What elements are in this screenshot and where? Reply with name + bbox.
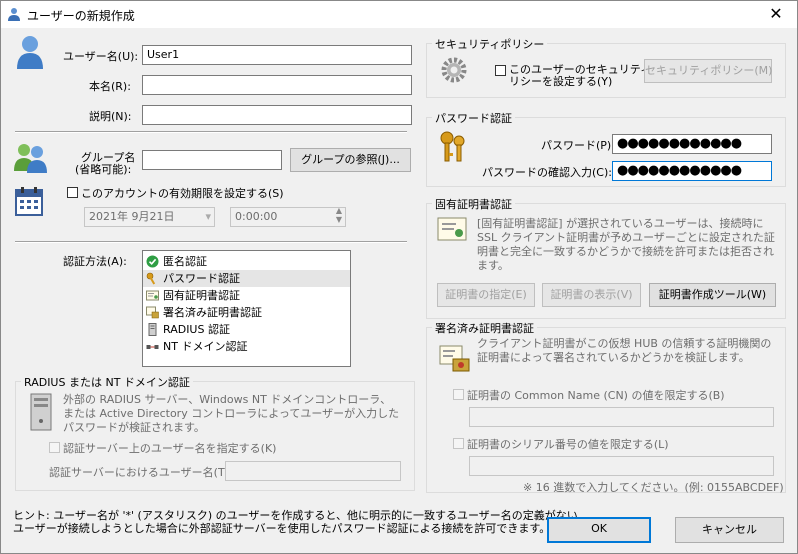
radius-username-checkbox-label: 認証サーバー上のユーザー名を指定する(K) [63,442,277,455]
calendar-dropdown-icon: ▾ [205,210,211,223]
auth-method-item[interactable]: NT ドメイン認証 [143,338,350,355]
signed-cert-description: クライアント証明書がこの仮想 HUB の信頼する証明機関の証明書によって署名され… [477,337,772,364]
serial-checkbox-label: 証明書のシリアル番号の値を限定する(L) [467,438,669,451]
server-username-label: 認証サーバーにおけるユーザー名(T): [49,466,233,479]
expiration-checkbox-label: このアカウントの有効期限を設定する(S) [81,187,284,200]
calendar-icon [15,187,43,216]
key-icon [440,131,465,162]
separator [15,131,407,133]
check-circle-icon [146,255,159,268]
group-browse-button[interactable]: グループの参照(J)... [290,148,411,172]
cert-specify-button[interactable]: 証明書の指定(E) [437,283,535,307]
server-username-input[interactable] [225,461,401,481]
new-user-dialog: ユーザーの新規作成 ✕ ユーザー名(U): User1 本名(R): 説明(N)… [0,0,798,554]
cn-checkbox[interactable] [453,389,464,400]
description-label: 説明(N): [89,110,132,123]
group-name-input[interactable] [142,150,282,170]
auth-method-item[interactable]: 匿名認証 [143,253,350,270]
auth-method-item[interactable]: RADIUS 認証 [143,321,350,338]
certificate-icon [146,289,159,302]
auth-method-item-label: 署名済み証明書認証 [163,306,262,319]
auth-method-item-label: RADIUS 認証 [163,323,230,336]
auth-method-label: 認証方法(A): [63,255,127,268]
signed-certificate-icon [439,345,470,372]
server-icon [30,393,52,431]
expiration-date-picker[interactable]: 2021年 9月21日 ▾ [84,207,215,227]
cert-auth-title: 固有証明書認証 [432,196,515,212]
auth-method-item[interactable]: 署名済み証明書認証 [143,304,350,321]
password-confirm-label: パスワードの確認入力(C): [482,166,612,179]
cn-input[interactable] [469,407,774,427]
security-policy-button[interactable]: セキュリティポリシー(M) [644,59,772,83]
key-icon [146,272,159,285]
serial-hint: ※ 16 進数で入力してください。(例: 0155ABCDEF) [523,481,784,494]
expiration-time-picker[interactable]: 0:00:00 ▲ ▼ [230,207,346,227]
expiration-date-value: 2021年 9月21日 [89,210,175,223]
cancel-button[interactable]: キャンセル [675,517,784,543]
auth-method-item[interactable]: パスワード認証 [143,270,350,287]
auth-method-list[interactable]: 匿名認証パスワード認証 固有証明書認証署名済み証明書認証 RADIUS 認証 NT ド… [142,250,351,367]
user-avatar-icon [17,36,43,69]
username-label: ユーザー名(U): [63,50,139,63]
network-icon [146,340,159,353]
security-policy-checkbox-line2: リシーを設定する(Y) [509,75,613,88]
password-label: パスワード(P): [541,139,615,152]
time-spin-icon: ▲ ▼ [335,207,342,224]
ok-button[interactable]: OK [547,517,651,543]
password-input[interactable]: ●●●●●●●●●●●● [612,134,772,154]
user-icon [8,8,20,21]
cert-tool-button[interactable]: 証明書作成ツール(W) [649,283,776,307]
close-button[interactable]: ✕ [761,4,791,24]
description-input[interactable] [142,105,412,125]
realname-label: 本名(R): [89,80,131,93]
auth-method-item-label: 匿名認証 [163,255,207,268]
signed-cert-title: 署名済み証明書認証 [432,320,537,336]
title-bar: ユーザーの新規作成 ✕ [1,1,797,28]
certificate-icon [437,217,467,241]
security-policy-title: セキュリティポリシー [432,36,548,52]
radius-group-title: RADIUS または NT ドメイン認証 [21,374,193,390]
cert-auth-description: [固有証明書認証] が選択されているユーザーは、接続時に SSL クライアント証… [477,217,775,272]
serial-checkbox[interactable] [453,438,464,449]
serial-input[interactable] [469,456,774,476]
group-icon [14,144,47,173]
realname-input[interactable] [142,75,412,95]
signed-certificate-icon [146,306,159,319]
group-label-line2: (省略可能): [75,163,132,176]
radius-username-checkbox[interactable] [49,442,60,453]
radius-description: 外部の RADIUS サーバー、Windows NT ドメインコントローラ、また… [63,393,400,434]
window-title: ユーザーの新規作成 [27,9,135,23]
separator [15,241,407,243]
hint-line2: ユーザーが接続しようとした場合に外部認証サーバーを使用したパスワード認証による接… [13,522,551,535]
cn-checkbox-label: 証明書の Common Name (CN) の値を限定する(B) [467,389,725,402]
security-policy-checkbox[interactable] [495,65,506,76]
auth-method-item-label: パスワード認証 [163,272,240,285]
password-confirm-input[interactable]: ●●●●●●●●●●●● [612,161,772,181]
auth-method-item-label: NT ドメイン認証 [163,340,248,353]
gear-icon [441,57,467,83]
password-auth-title: パスワード認証 [432,110,515,126]
expiration-checkbox[interactable] [67,187,78,198]
cert-view-button[interactable]: 証明書の表示(V) [542,283,641,307]
server-icon [146,323,159,336]
username-input[interactable]: User1 [142,45,412,65]
expiration-time-value: 0:00:00 [235,210,278,223]
auth-method-item[interactable]: 固有証明書認証 [143,287,350,304]
auth-method-item-label: 固有証明書認証 [163,289,240,302]
